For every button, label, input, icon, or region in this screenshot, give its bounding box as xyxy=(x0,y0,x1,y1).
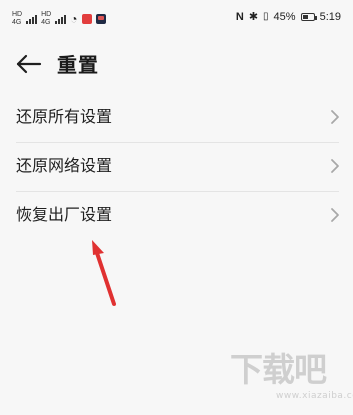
hd-badge-1: HD xyxy=(12,11,23,18)
hd-badge-2: HD xyxy=(41,11,52,18)
settings-list: 还原所有设置 还原网络设置 恢复出厂设置 xyxy=(0,94,353,241)
hd-icon-1: HD 4G xyxy=(12,11,22,27)
chevron-right-icon xyxy=(331,159,339,173)
annotation-arrow-head xyxy=(92,240,104,255)
clock: 5:19 xyxy=(319,10,341,23)
status-left-area: HD 4G HD 4G ◔ xyxy=(12,11,106,27)
hd-icon-2: HD 4G xyxy=(41,11,51,27)
bluetooth-icon: ✱ xyxy=(248,11,259,23)
wifi-icon: ◔ xyxy=(70,12,78,26)
page-header: 重置 xyxy=(0,44,353,88)
back-button[interactable] xyxy=(14,49,44,79)
vibrate-icon: ▯ xyxy=(263,11,269,22)
chevron-right-icon xyxy=(331,110,339,124)
nfc-icon: N xyxy=(235,10,244,23)
setting-item-label: 恢复出厂设置 xyxy=(16,205,113,224)
status-bar: HD 4G HD 4G ◔ N ✱ ▯ 45% 5:19 xyxy=(0,0,353,36)
page-title: 重置 xyxy=(57,53,99,77)
setting-item-reset-network[interactable]: 还原网络设置 xyxy=(0,143,353,192)
battery-icon xyxy=(300,12,317,21)
network-label-2: 4G xyxy=(41,19,51,26)
signal-icon-2 xyxy=(55,14,67,24)
setting-item-reset-all[interactable]: 还原所有设置 xyxy=(0,94,353,143)
battery-percent: 45% xyxy=(273,10,296,23)
network-label-1: 4G xyxy=(12,19,22,26)
app-notification-icon xyxy=(81,14,92,24)
battery-level-fill xyxy=(302,14,308,19)
annotation-arrow-path xyxy=(94,248,116,306)
watermark-subtext: www.xiazaiba.com xyxy=(276,391,353,401)
watermark-text: 下载吧 xyxy=(230,350,327,389)
watermark: 下载吧 www.xiazaiba.com xyxy=(230,350,353,406)
back-arrow-icon xyxy=(16,54,42,74)
signal-icon-1 xyxy=(26,14,38,24)
setting-item-label: 还原网络设置 xyxy=(16,156,113,175)
app-notification-icon-2 xyxy=(95,14,106,24)
setting-item-factory-reset[interactable]: 恢复出厂设置 xyxy=(0,192,353,241)
annotation-arrow-icon xyxy=(92,240,116,306)
chevron-right-icon xyxy=(331,208,339,222)
status-right-area: N ✱ ▯ 45% 5:19 xyxy=(235,10,341,24)
setting-item-label: 还原所有设置 xyxy=(16,107,113,126)
